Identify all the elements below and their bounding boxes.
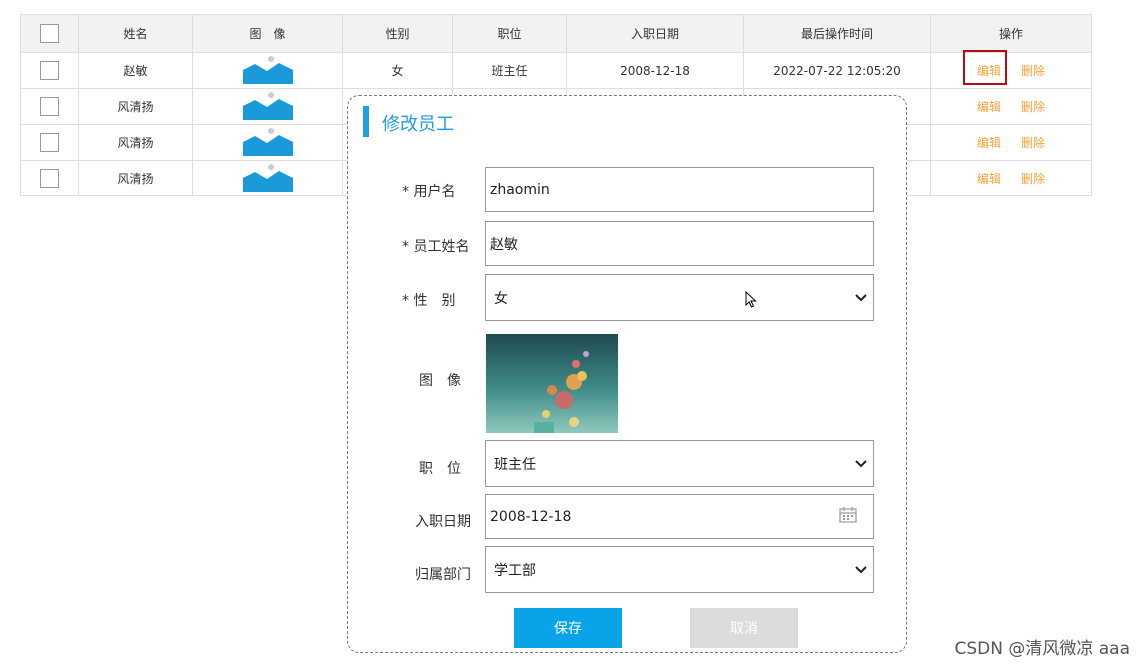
gender-select[interactable]: 女 bbox=[485, 274, 874, 321]
edit-link[interactable]: 编辑 bbox=[977, 172, 1001, 186]
row-checkbox[interactable] bbox=[40, 61, 59, 80]
edit-link[interactable]: 编辑 bbox=[977, 136, 1001, 150]
delete-link[interactable]: 删除 bbox=[1021, 136, 1045, 150]
department-select[interactable]: 学工部 bbox=[485, 546, 874, 593]
header-hire-date: 入职日期 bbox=[566, 14, 744, 53]
table-row: 赵敏 女 班主任 2008-12-18 2022-07-22 12:05:20 … bbox=[20, 52, 1092, 89]
save-button[interactable]: 保存 bbox=[514, 608, 622, 648]
hire-date-field[interactable]: 2008-12-18 bbox=[485, 494, 874, 539]
cell-name: 风清扬 bbox=[78, 88, 193, 125]
row-checkbox[interactable] bbox=[40, 133, 59, 152]
image-placeholder-icon bbox=[242, 126, 293, 159]
position-select[interactable]: 班主任 bbox=[485, 440, 874, 487]
edit-employee-dialog: 修改员工 * 用户名 zhaomin * 员工姓名 赵敏 * 性 别 女 图 像 bbox=[347, 95, 907, 653]
delete-link[interactable]: 删除 bbox=[1021, 64, 1045, 78]
mouse-cursor-icon bbox=[745, 290, 757, 312]
header-position: 职位 bbox=[452, 14, 567, 53]
cell-name: 风清扬 bbox=[78, 160, 193, 196]
position-label: 职 位 bbox=[419, 461, 461, 477]
calendar-icon[interactable] bbox=[839, 506, 857, 527]
chevron-down-icon bbox=[855, 562, 867, 578]
cell-position: 班主任 bbox=[452, 52, 567, 89]
header-actions: 操作 bbox=[930, 14, 1092, 53]
position-value: 班主任 bbox=[494, 456, 536, 473]
cell-hire-date: 2008-12-18 bbox=[566, 52, 744, 89]
username-label: * 用户名 bbox=[402, 184, 456, 200]
title-accent-bar bbox=[363, 106, 369, 137]
cell-name: 赵敏 bbox=[78, 52, 193, 89]
image-placeholder-icon bbox=[242, 90, 293, 123]
photo-label: 图 像 bbox=[419, 373, 461, 389]
image-placeholder-icon bbox=[242, 162, 293, 195]
gender-label: * 性 别 bbox=[402, 293, 456, 309]
fullname-field[interactable]: 赵敏 bbox=[485, 221, 874, 266]
chevron-down-icon bbox=[855, 456, 867, 472]
department-value: 学工部 bbox=[494, 562, 536, 579]
hire-date-label: 入职日期 bbox=[415, 514, 471, 530]
header-last-op-time: 最后操作时间 bbox=[743, 14, 931, 53]
delete-link[interactable]: 删除 bbox=[1021, 100, 1045, 114]
edit-link[interactable]: 编辑 bbox=[977, 64, 1001, 78]
image-placeholder-icon bbox=[242, 54, 293, 87]
select-all-checkbox[interactable] bbox=[40, 24, 59, 43]
fullname-label: * 员工姓名 bbox=[402, 239, 470, 255]
header-name: 姓名 bbox=[78, 14, 193, 53]
cell-gender: 女 bbox=[342, 52, 453, 89]
row-checkbox[interactable] bbox=[40, 168, 59, 188]
header-image: 图 像 bbox=[192, 14, 343, 53]
edit-link[interactable]: 编辑 bbox=[977, 100, 1001, 114]
chevron-down-icon bbox=[855, 290, 867, 306]
cell-name: 风清扬 bbox=[78, 124, 193, 161]
table-header-row: 姓名 图 像 性别 职位 入职日期 最后操作时间 操作 bbox=[20, 14, 1092, 53]
fullname-value: 赵敏 bbox=[490, 236, 518, 253]
delete-link[interactable]: 删除 bbox=[1021, 172, 1045, 186]
watermark: CSDN @清风微凉 aaa bbox=[954, 639, 1130, 659]
select-all-cell[interactable] bbox=[20, 14, 79, 53]
hire-date-value: 2008-12-18 bbox=[490, 508, 572, 525]
department-label: 归属部门 bbox=[415, 567, 471, 583]
cancel-button[interactable]: 取消 bbox=[690, 608, 798, 648]
dialog-title: 修改员工 bbox=[382, 114, 454, 135]
header-gender: 性别 bbox=[342, 14, 453, 53]
cell-last-op-time: 2022-07-22 12:05:20 bbox=[743, 52, 931, 89]
gender-value: 女 bbox=[494, 290, 508, 307]
username-field[interactable]: zhaomin bbox=[485, 167, 874, 212]
employee-photo[interactable] bbox=[486, 334, 618, 433]
username-value: zhaomin bbox=[490, 181, 550, 198]
row-checkbox[interactable] bbox=[40, 97, 59, 116]
